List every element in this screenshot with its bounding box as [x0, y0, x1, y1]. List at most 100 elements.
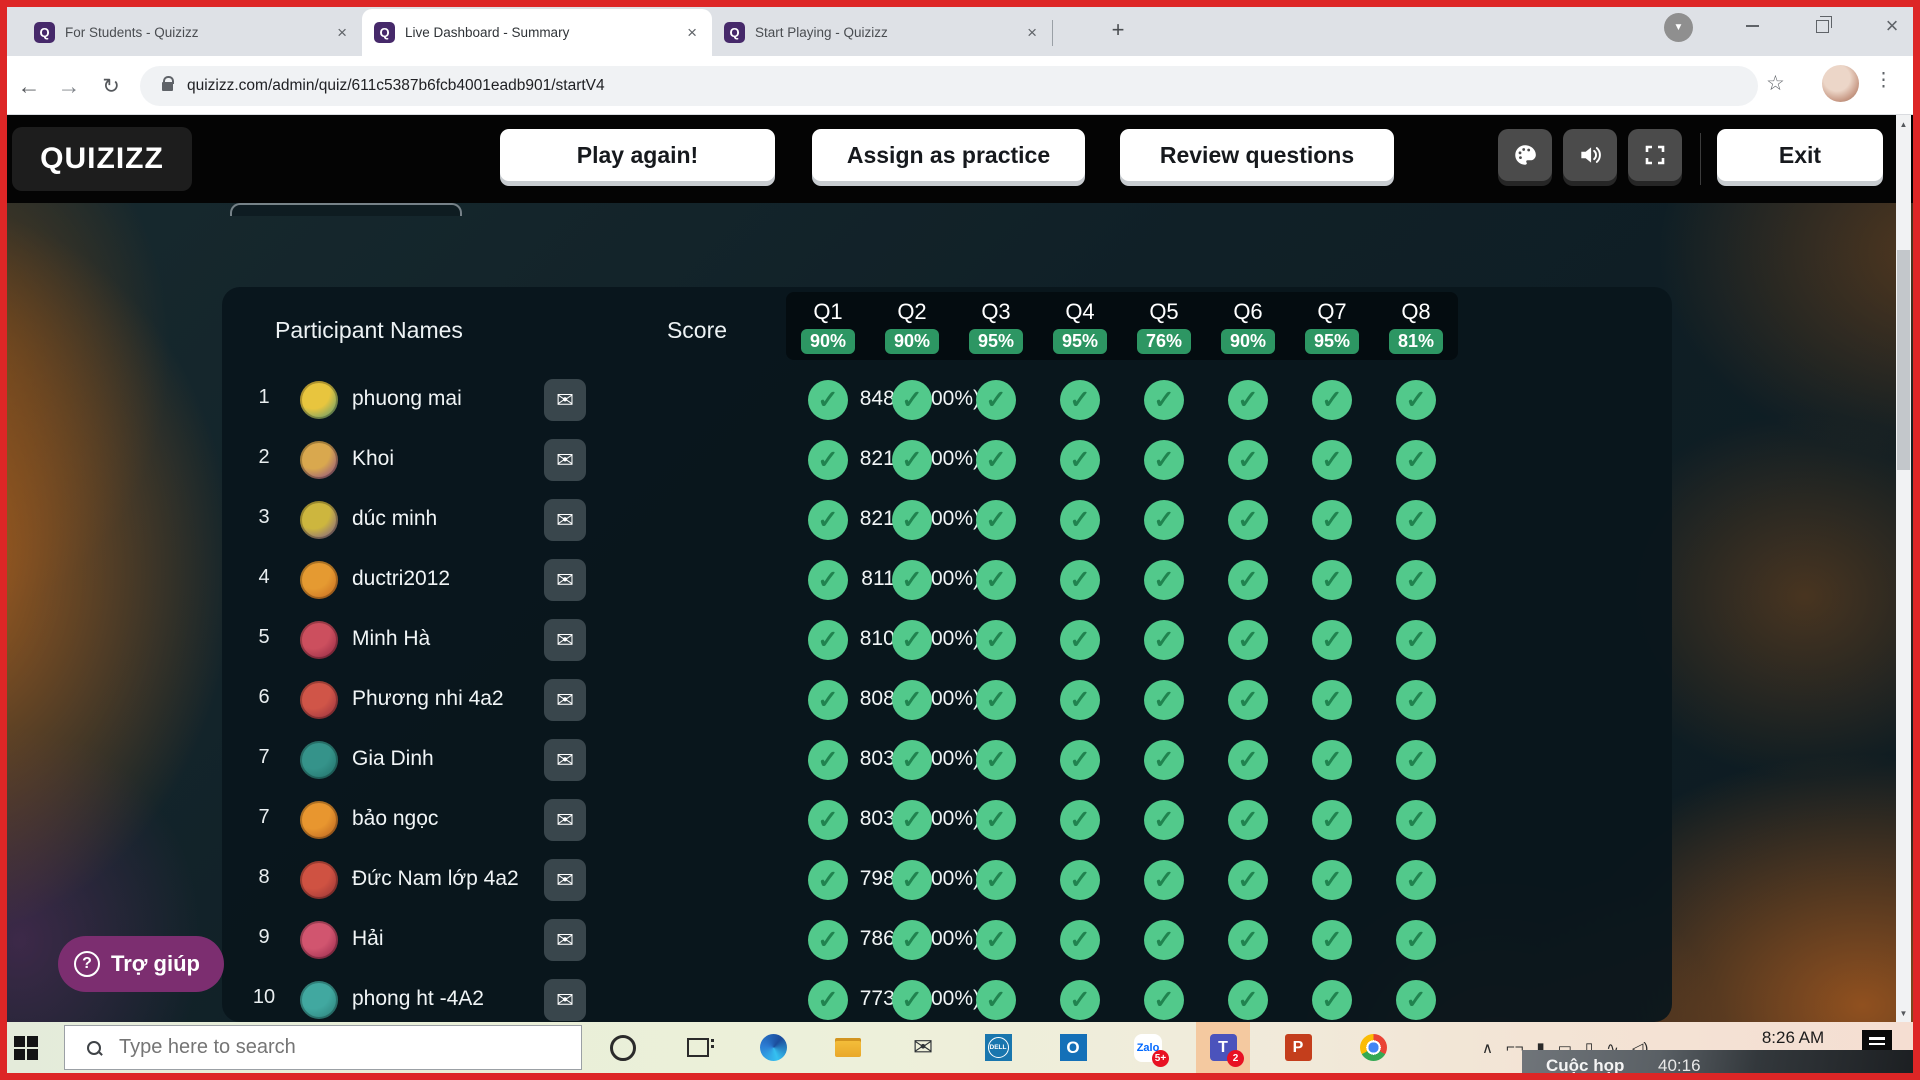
- answer-correct-icon: ✓: [1228, 740, 1268, 780]
- camera-icon[interactable]: ⌐¬: [1506, 1039, 1524, 1056]
- back-button[interactable]: ←: [14, 71, 44, 101]
- taskbar-icon-file-explorer[interactable]: [821, 1022, 875, 1073]
- email-report-button[interactable]: ✉: [544, 799, 586, 841]
- email-report-button[interactable]: ✉: [544, 619, 586, 661]
- browser-profile-avatar[interactable]: [1822, 65, 1859, 102]
- browser-toolbar: ← → ↻ quizizz.com/admin/quiz/611c5387b6f…: [0, 56, 1920, 115]
- participant-rank: 7: [240, 806, 288, 829]
- close-window-button[interactable]: ×: [1872, 0, 1912, 52]
- answer-correct-icon: ✓: [808, 800, 848, 840]
- page-scrollbar[interactable]: ▲ ▼: [1896, 115, 1911, 1022]
- sound-toggle-button[interactable]: [1563, 129, 1617, 181]
- mail-icon: ✉: [556, 870, 574, 891]
- fullscreen-button[interactable]: [1628, 129, 1682, 181]
- participant-name: dúc minh: [352, 507, 437, 531]
- answer-correct-icon: ✓: [1144, 560, 1184, 600]
- answer-correct-icon: ✓: [1144, 920, 1184, 960]
- participant-rank: 8: [240, 866, 288, 889]
- email-report-button[interactable]: ✉: [544, 439, 586, 481]
- theme-palette-button[interactable]: [1498, 129, 1552, 181]
- scroll-down-arrow[interactable]: ▼: [1896, 1005, 1911, 1021]
- secure-lock-icon: [162, 82, 173, 91]
- taskbar-icon-task-view[interactable]: [671, 1022, 725, 1073]
- email-report-button[interactable]: ✉: [544, 379, 586, 421]
- answer-correct-icon: ✓: [1228, 560, 1268, 600]
- icon-label: O: [1066, 1038, 1079, 1058]
- email-report-button[interactable]: ✉: [544, 859, 586, 901]
- tab-close-icon[interactable]: ×: [334, 23, 350, 43]
- answer-correct-icon: ✓: [1144, 380, 1184, 420]
- forward-button[interactable]: →: [54, 71, 84, 101]
- review-questions-button[interactable]: Review questions: [1120, 129, 1394, 181]
- email-report-button[interactable]: ✉: [544, 979, 586, 1021]
- address-bar[interactable]: quizizz.com/admin/quiz/611c5387b6fcb4001…: [140, 66, 1758, 106]
- email-report-button[interactable]: ✉: [544, 559, 586, 601]
- start-button[interactable]: [14, 1036, 38, 1060]
- answer-correct-icon: ✓: [1144, 980, 1184, 1020]
- tab-close-icon[interactable]: ×: [684, 23, 700, 43]
- participant-avatar: [300, 741, 338, 779]
- taskbar-clock[interactable]: 8:26 AM: [1748, 1028, 1838, 1048]
- fullscreen-icon: [1643, 143, 1667, 167]
- help-label: Trợ giúp: [111, 951, 200, 977]
- taskbar-icon-dell-support[interactable]: O: [1046, 1022, 1100, 1073]
- participant-rank: 6: [240, 686, 288, 709]
- answer-correct-icon: ✓: [808, 860, 848, 900]
- browser-menu-icon[interactable]: ⋮: [1874, 69, 1893, 92]
- taskbar-icon-teams[interactable]: T2: [1196, 1022, 1250, 1073]
- play-again-button[interactable]: Play again!: [500, 129, 775, 181]
- scroll-up-arrow[interactable]: ▲: [1896, 116, 1911, 132]
- taskbar-icon-powerpoint[interactable]: P: [1271, 1022, 1325, 1073]
- exit-button[interactable]: Exit: [1717, 129, 1883, 181]
- media-controls-button[interactable]: ▼: [1664, 13, 1693, 42]
- browser-tab[interactable]: QFor Students - Quizizz×: [22, 9, 362, 56]
- email-report-button[interactable]: ✉: [544, 919, 586, 961]
- tab-title: Start Playing - Quizizz: [755, 25, 1014, 40]
- question-label: Q3: [981, 299, 1010, 325]
- taskbar-icon-zalo[interactable]: Zalo5+: [1121, 1022, 1175, 1073]
- email-report-button[interactable]: ✉: [544, 499, 586, 541]
- tab-divider: [1052, 20, 1053, 46]
- taskbar-icon-cortana[interactable]: [596, 1022, 650, 1073]
- language-indicator[interactable]: [1862, 1030, 1892, 1052]
- taskbar-search[interactable]: [64, 1025, 582, 1070]
- participant-row: 5Minh Hà✉8100 (100%)✓✓✓✓✓✓✓✓: [222, 610, 1672, 670]
- answer-correct-icon: ✓: [1060, 680, 1100, 720]
- browser-tab[interactable]: QStart Playing - Quizizz×: [712, 9, 1052, 56]
- windows-logo-icon: [14, 1049, 25, 1060]
- taskbar-icon-mail[interactable]: [896, 1022, 950, 1073]
- assign-as-practice-button[interactable]: Assign as practice: [812, 129, 1085, 181]
- answer-correct-icon: ✓: [1060, 500, 1100, 540]
- quizizz-logo[interactable]: QUIZIZZ: [12, 127, 192, 191]
- question-mark-icon: ?: [74, 951, 100, 977]
- answer-correct-icon: ✓: [1228, 440, 1268, 480]
- taskbar-icon-edge[interactable]: [746, 1022, 800, 1073]
- participant-row: 10phong ht -4A2✉7730 (100%)✓✓✓✓✓✓✓✓: [222, 970, 1672, 1022]
- search-input[interactable]: [117, 1035, 521, 1060]
- bookmark-star-icon[interactable]: ☆: [1766, 71, 1785, 96]
- hidden-icons-chevron[interactable]: ∧: [1482, 1039, 1493, 1057]
- volume-icon: [1577, 142, 1603, 168]
- email-report-button[interactable]: ✉: [544, 679, 586, 721]
- restore-button[interactable]: [1802, 0, 1842, 52]
- answer-correct-icon: ✓: [808, 740, 848, 780]
- question-column: Q395%: [954, 292, 1038, 360]
- reload-button[interactable]: ↻: [96, 71, 126, 101]
- email-report-button[interactable]: ✉: [544, 739, 586, 781]
- tab-close-icon[interactable]: ×: [1024, 23, 1040, 43]
- taskbar-icon-dell[interactable]: DELL: [971, 1022, 1025, 1073]
- answer-correct-icon: ✓: [1228, 800, 1268, 840]
- new-tab-button[interactable]: +: [1102, 14, 1134, 46]
- participant-row: 8Đức Nam lớp 4a2✉7980 (100%)✓✓✓✓✓✓✓✓: [222, 850, 1672, 910]
- answer-correct-icon: ✓: [808, 560, 848, 600]
- browser-tab[interactable]: QLive Dashboard - Summary×: [362, 9, 712, 56]
- participant-row: 1phuong mai✉8480 (100%)✓✓✓✓✓✓✓✓: [222, 370, 1672, 430]
- help-button[interactable]: ? Trợ giúp: [58, 936, 224, 992]
- scrollbar-thumb[interactable]: [1897, 250, 1910, 470]
- participant-row: 2Khoi✉8215 (100%)✓✓✓✓✓✓✓✓: [222, 430, 1672, 490]
- answer-correct-icon: ✓: [976, 620, 1016, 660]
- answer-correct-icon: ✓: [1144, 500, 1184, 540]
- minimize-button[interactable]: [1732, 0, 1772, 52]
- meeting-popup[interactable]: Cuộc họp 40:16: [1522, 1050, 1913, 1073]
- taskbar-icon-chrome[interactable]: [1346, 1022, 1400, 1073]
